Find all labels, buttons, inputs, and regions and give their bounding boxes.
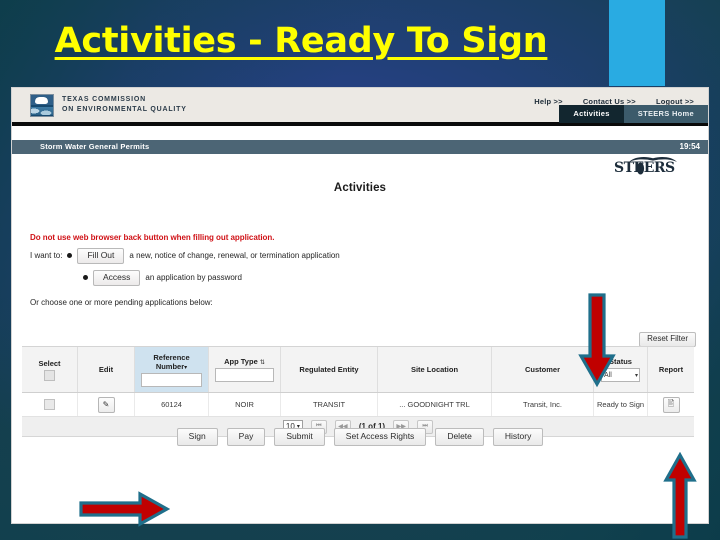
action-button-bar: Sign Pay Submit Set Access Rights Delete… xyxy=(12,428,708,446)
sort-toggle-icon: ⇅ xyxy=(259,360,265,366)
option-row-fill-out: I want to: Fill Out a new, notice of cha… xyxy=(30,248,340,264)
masthead-gap xyxy=(12,126,708,140)
fill-out-description: a new, notice of change, renewal, or ter… xyxy=(129,251,340,261)
session-timer: 19:54 xyxy=(679,142,700,151)
filter-input-app-type[interactable] xyxy=(214,368,275,382)
col-header-report-label: Report xyxy=(658,365,684,374)
col-header-app-type-label: App Type ⇅ xyxy=(224,357,265,366)
cell-site-location: ... GOODNIGHT TRL xyxy=(378,393,492,416)
col-header-select: Select xyxy=(22,347,78,392)
cell-status: Ready to Sign xyxy=(594,393,648,416)
pay-button[interactable]: Pay xyxy=(226,428,266,446)
tceq-logo-icon xyxy=(30,94,54,117)
sign-button[interactable]: Sign xyxy=(176,428,218,446)
cell-regulated-entity: TRANSIT xyxy=(281,393,378,416)
chevron-down-icon: ▾ xyxy=(634,372,638,379)
edit-pencil-icon[interactable]: ✎ xyxy=(97,396,115,413)
col-header-select-label: Select xyxy=(38,358,61,368)
option-row-access: Access an application by password xyxy=(30,270,242,286)
col-header-edit: Edit xyxy=(78,347,135,392)
col-header-site-location-label: Site Location xyxy=(410,365,459,374)
set-access-rights-button[interactable]: Set Access Rights xyxy=(333,428,427,446)
sort-caret-icon: ▾ xyxy=(184,364,188,371)
cell-select[interactable] xyxy=(22,393,78,416)
cell-app-type: NOIR xyxy=(209,393,281,416)
arrow-up-to-report-icon xyxy=(663,452,697,539)
agency-name: TEXAS COMMISSION ON ENVIRONMENTAL QUALIT… xyxy=(62,95,187,115)
col-header-edit-label: Edit xyxy=(98,365,114,374)
cell-reference-number: 60124 xyxy=(135,393,209,416)
radio-fill-out[interactable] xyxy=(67,253,73,259)
program-name: Storm Water General Permits xyxy=(40,142,150,151)
access-button[interactable]: Access xyxy=(93,270,141,286)
table-row[interactable]: ✎ 60124 NOIR TRANSIT ... GOODNIGHT TRL T… xyxy=(22,393,694,417)
main-tabbar: Activities STEERS Home xyxy=(559,105,708,123)
i-want-to-label: I want to: xyxy=(30,251,63,261)
slide-canvas: Activities - Ready To Sign TEXAS COMMISS… xyxy=(0,0,720,540)
col-header-reference-number-label: Reference Number▾ xyxy=(153,352,190,371)
col-header-regulated-entity: Regulated Entity xyxy=(281,347,378,392)
page-title: Activities - Ready To Sign xyxy=(54,21,548,61)
tceq-masthead: TEXAS COMMISSION ON ENVIRONMENTAL QUALIT… xyxy=(12,88,708,126)
agency-name-line1: TEXAS COMMISSION xyxy=(62,96,146,103)
cell-report[interactable]: 🖹 xyxy=(648,393,694,416)
steers-logo: STEERS xyxy=(614,156,700,176)
cell-customer: Transit, Inc. xyxy=(492,393,594,416)
submit-button[interactable]: Submit xyxy=(274,428,325,446)
tab-steers-home[interactable]: STEERS Home xyxy=(623,105,708,123)
access-description: an application by password xyxy=(145,273,242,283)
accent-block xyxy=(609,0,665,86)
steer-head-icon xyxy=(636,162,645,175)
choose-applications-label: Or choose one or more pending applicatio… xyxy=(30,298,213,307)
col-header-regulated-entity-label: Regulated Entity xyxy=(299,365,359,374)
cell-edit[interactable]: ✎ xyxy=(78,393,135,416)
col-header-app-type[interactable]: App Type ⇅ xyxy=(209,347,281,392)
arrow-down-to-status-filter xyxy=(578,293,616,388)
history-button[interactable]: History xyxy=(492,428,544,446)
col-header-report: Report xyxy=(648,347,694,392)
col-header-reference-number[interactable]: Reference Number▾ xyxy=(135,347,209,392)
program-bar: Storm Water General Permits 19:54 xyxy=(12,140,708,154)
report-document-icon[interactable]: 🖹 xyxy=(662,396,680,413)
delete-button[interactable]: Delete xyxy=(435,428,484,446)
radio-access[interactable] xyxy=(83,275,88,281)
agency-name-line2: ON ENVIRONMENTAL QUALITY xyxy=(62,106,187,113)
col-header-customer-label: Customer xyxy=(524,365,560,374)
content-heading: Activities xyxy=(333,182,387,194)
select-all-checkbox[interactable] xyxy=(44,369,55,381)
reset-filter-button[interactable]: Reset Filter xyxy=(639,332,696,347)
row-select-checkbox[interactable] xyxy=(44,399,55,410)
filter-input-reference-number[interactable] xyxy=(140,372,203,387)
back-button-warning: Do not use web browser back button when … xyxy=(30,233,275,242)
tab-activities[interactable]: Activities xyxy=(559,105,624,123)
fill-out-button[interactable]: Fill Out xyxy=(77,248,125,264)
col-header-site-location: Site Location xyxy=(378,347,492,392)
arrow-right-to-sign-button xyxy=(79,491,170,527)
